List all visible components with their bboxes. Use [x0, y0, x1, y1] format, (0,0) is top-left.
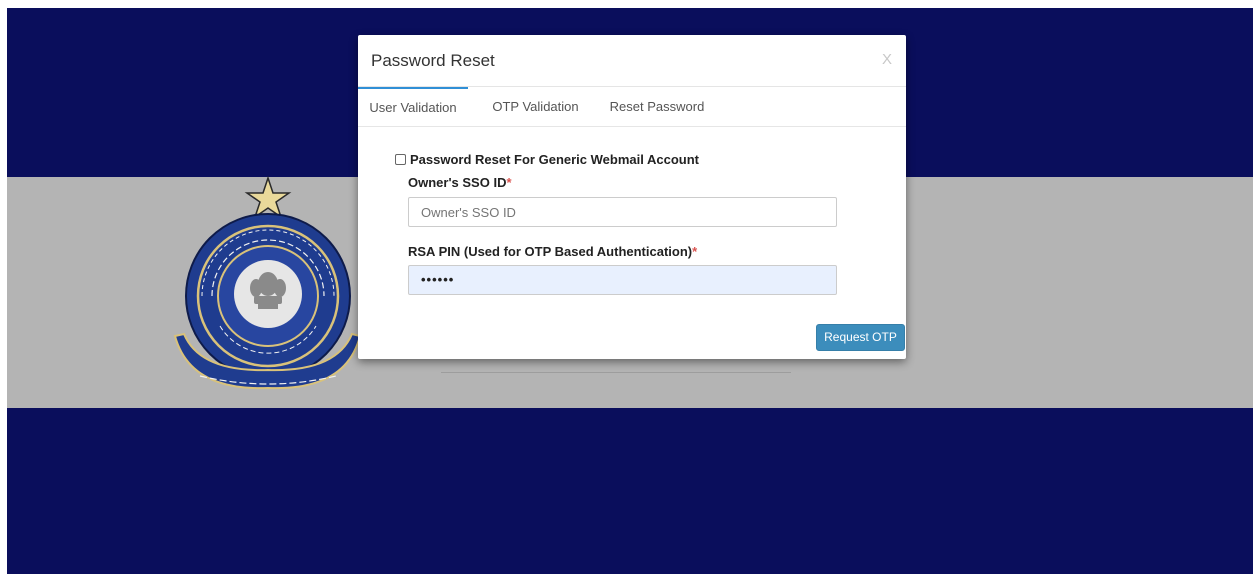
tab-label: Reset Password — [609, 99, 705, 114]
rsa-pin-input[interactable]: •••••• — [408, 265, 837, 295]
tab-label: User Validation — [369, 100, 457, 115]
tab-user-validation[interactable]: User Validation — [358, 87, 468, 126]
generic-webmail-checkbox[interactable] — [395, 154, 406, 165]
modal-title: Password Reset — [371, 51, 495, 70]
generic-webmail-label: Password Reset For Generic Webmail Accou… — [410, 152, 699, 167]
tab-reset-password[interactable]: Reset Password — [602, 87, 712, 126]
sso-id-input[interactable] — [408, 197, 837, 227]
footer-band — [7, 408, 1253, 574]
modal-header: Password Reset X — [358, 35, 906, 87]
tab-otp-validation[interactable]: OTP Validation — [483, 87, 588, 126]
required-mark: * — [692, 244, 698, 259]
required-mark: * — [506, 175, 512, 190]
background-divider — [441, 372, 791, 373]
password-reset-modal: Password Reset X User Validation OTP Val… — [358, 35, 906, 359]
login-page-background: Password Reset X User Validation OTP Val… — [7, 8, 1253, 574]
cbic-emblem-icon — [173, 176, 362, 390]
generic-webmail-option: Password Reset For Generic Webmail Accou… — [395, 152, 699, 167]
close-button[interactable]: X — [882, 51, 892, 68]
rsa-pin-label: RSA PIN (Used for OTP Based Authenticati… — [408, 244, 698, 259]
sso-id-label: Owner's SSO ID* — [408, 175, 512, 190]
tab-label: OTP Validation — [492, 99, 579, 114]
request-otp-button[interactable]: Request OTP — [816, 324, 905, 351]
tab-bar: User Validation OTP Validation Reset Pas… — [358, 87, 906, 127]
